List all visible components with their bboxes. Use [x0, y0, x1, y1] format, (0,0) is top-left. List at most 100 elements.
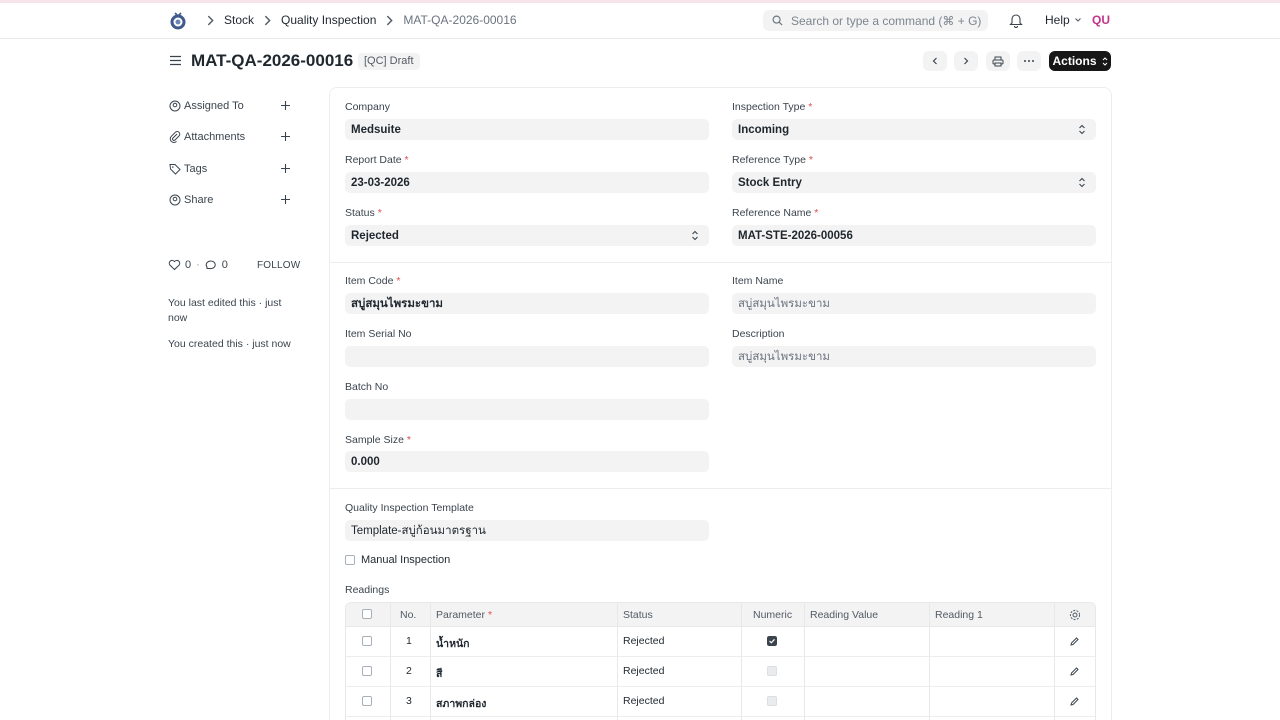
chevron-left-icon	[932, 57, 937, 65]
plus-icon[interactable]	[280, 194, 291, 205]
inspection-type-select[interactable]: Incoming	[732, 119, 1096, 140]
row-checkbox[interactable]	[362, 636, 372, 646]
plus-icon[interactable]	[280, 100, 291, 111]
status-badge: [QC] Draft	[358, 53, 420, 70]
activity-created: You created this · just now	[168, 338, 291, 350]
navbar: Stock Quality Inspection MAT-QA-2026-000…	[0, 3, 1280, 39]
sample-size-label: Sample Size *	[345, 434, 411, 446]
app-logo-icon[interactable]	[169, 11, 187, 31]
assign-icon	[169, 100, 181, 112]
sidebar-item-label: Assigned To	[184, 100, 244, 112]
edit-pencil-icon[interactable]	[1070, 637, 1079, 646]
inspection-type-value: Incoming	[738, 123, 790, 136]
separator-dot: ·	[196, 259, 200, 271]
row-number: 1	[406, 635, 412, 647]
tag-icon	[169, 164, 181, 175]
row-parameter: น้ำหนัก	[436, 638, 470, 650]
chevron-right-icon	[207, 15, 214, 25]
numeric-checkbox-checked[interactable]	[767, 636, 777, 646]
plus-icon[interactable]	[280, 131, 291, 142]
row-parameter: สภาพกล่อง	[436, 698, 487, 710]
reference-type-select[interactable]: Stock Entry	[732, 172, 1096, 193]
sidebar-item-assigned-to[interactable]: Assigned To	[169, 98, 295, 114]
sidebar-item-tags[interactable]: Tags	[169, 161, 295, 177]
row-parameter: สี	[436, 668, 443, 680]
social-stats: 0 · 0	[168, 259, 228, 271]
plus-icon[interactable]	[280, 163, 291, 174]
row-status: Rejected	[623, 665, 665, 677]
sidebar-toggle-icon[interactable]	[169, 54, 182, 67]
company-field[interactable]: Medsuite	[345, 119, 709, 140]
sidebar-item-attachments[interactable]: Attachments	[169, 129, 295, 145]
follow-button[interactable]: FOLLOW	[257, 260, 300, 271]
help-label: Help	[1045, 13, 1070, 27]
actions-label: Actions	[1052, 54, 1097, 68]
chevron-right-icon	[264, 15, 271, 25]
column-header-status: Status	[623, 609, 653, 621]
readings-table: No. Parameter * Status Numeric Reading V…	[345, 602, 1096, 720]
activity-last-edited: You last edited this · just now	[168, 297, 282, 324]
search-input[interactable]: Search or type a command (⌘ + G)	[763, 10, 988, 31]
help-menu[interactable]: Help	[1045, 13, 1082, 27]
item-code-field[interactable]: สบู่สมุนไพรมะขาม	[345, 293, 709, 314]
status-select[interactable]: Rejected	[345, 225, 709, 246]
row-number: 3	[406, 695, 412, 707]
table-row[interactable]: 2 สี Rejected	[346, 657, 1095, 687]
notification-bell-icon[interactable]	[1009, 13, 1023, 28]
inspection-type-label: Inspection Type *	[732, 101, 813, 113]
settings-gear-icon[interactable]	[1069, 609, 1081, 621]
description-field: สบู่สมุนไพรมะขาม	[732, 346, 1096, 367]
item-serial-no-field[interactable]	[345, 346, 709, 367]
manual-inspection-checkbox[interactable]	[345, 555, 355, 565]
next-record-button[interactable]	[954, 51, 978, 71]
edit-pencil-icon[interactable]	[1070, 697, 1079, 706]
heart-icon[interactable]	[168, 259, 181, 271]
item-name-label: Item Name	[732, 275, 784, 287]
more-options-button[interactable]	[1017, 51, 1041, 71]
comment-count: 0	[221, 259, 228, 271]
template-field[interactable]: Template-สบู่ก้อนมาตรฐาน	[345, 520, 709, 541]
column-header-reading-value: Reading Value	[810, 609, 879, 621]
sidebar-item-label: Share	[184, 194, 214, 206]
batch-no-field[interactable]	[345, 399, 709, 420]
column-header-reading-1: Reading 1	[935, 609, 983, 621]
breadcrumb-stock[interactable]: Stock	[224, 13, 254, 27]
printer-icon	[992, 56, 1004, 66]
print-button[interactable]	[986, 51, 1010, 71]
row-checkbox[interactable]	[362, 666, 372, 676]
readings-label: Readings	[345, 584, 390, 596]
actions-button[interactable]: Actions	[1049, 51, 1111, 71]
breadcrumb-quality-inspection[interactable]: Quality Inspection	[281, 13, 376, 27]
reference-type-label: Reference Type *	[732, 154, 813, 166]
batch-no-label: Batch No	[345, 381, 389, 393]
sample-size-field[interactable]: 0.000	[345, 451, 709, 472]
page-title: MAT-QA-2026-00016	[191, 51, 354, 70]
table-header: No. Parameter * Status Numeric Reading V…	[346, 603, 1095, 627]
table-row[interactable]: 3 สภาพกล่อง Rejected	[346, 687, 1095, 717]
item-code-label: Item Code *	[345, 275, 401, 287]
description-label: Description	[732, 328, 785, 340]
select-arrows-icon	[1079, 124, 1085, 135]
table-row[interactable]: 1 น้ำหนัก Rejected	[346, 627, 1095, 657]
report-date-label: Report Date *	[345, 154, 409, 166]
sidebar-item-label: Attachments	[184, 131, 246, 143]
search-icon	[772, 15, 783, 26]
numeric-checkbox-unchecked[interactable]	[767, 666, 777, 676]
reference-name-field[interactable]: MAT-STE-2026-00056	[732, 225, 1096, 246]
comment-icon[interactable]	[205, 259, 218, 271]
numeric-checkbox-unchecked[interactable]	[767, 696, 777, 706]
chevron-right-icon	[964, 57, 969, 65]
previous-record-button[interactable]	[923, 51, 947, 71]
company-label: Company	[345, 101, 390, 113]
user-avatar[interactable]: QU	[1091, 13, 1111, 27]
manual-inspection-label: Manual Inspection	[361, 554, 451, 566]
edit-pencil-icon[interactable]	[1070, 667, 1079, 676]
row-checkbox[interactable]	[362, 696, 372, 706]
select-all-checkbox[interactable]	[362, 609, 372, 619]
report-date-field[interactable]: 23-03-2026	[345, 172, 709, 193]
sidebar-item-share[interactable]: Share	[169, 192, 295, 208]
column-header-no: No.	[400, 609, 417, 621]
breadcrumb-current: MAT-QA-2026-00016	[403, 13, 517, 27]
section-divider	[330, 488, 1111, 489]
item-name-field: สบู่สมุนไพรมะขาม	[732, 293, 1096, 314]
